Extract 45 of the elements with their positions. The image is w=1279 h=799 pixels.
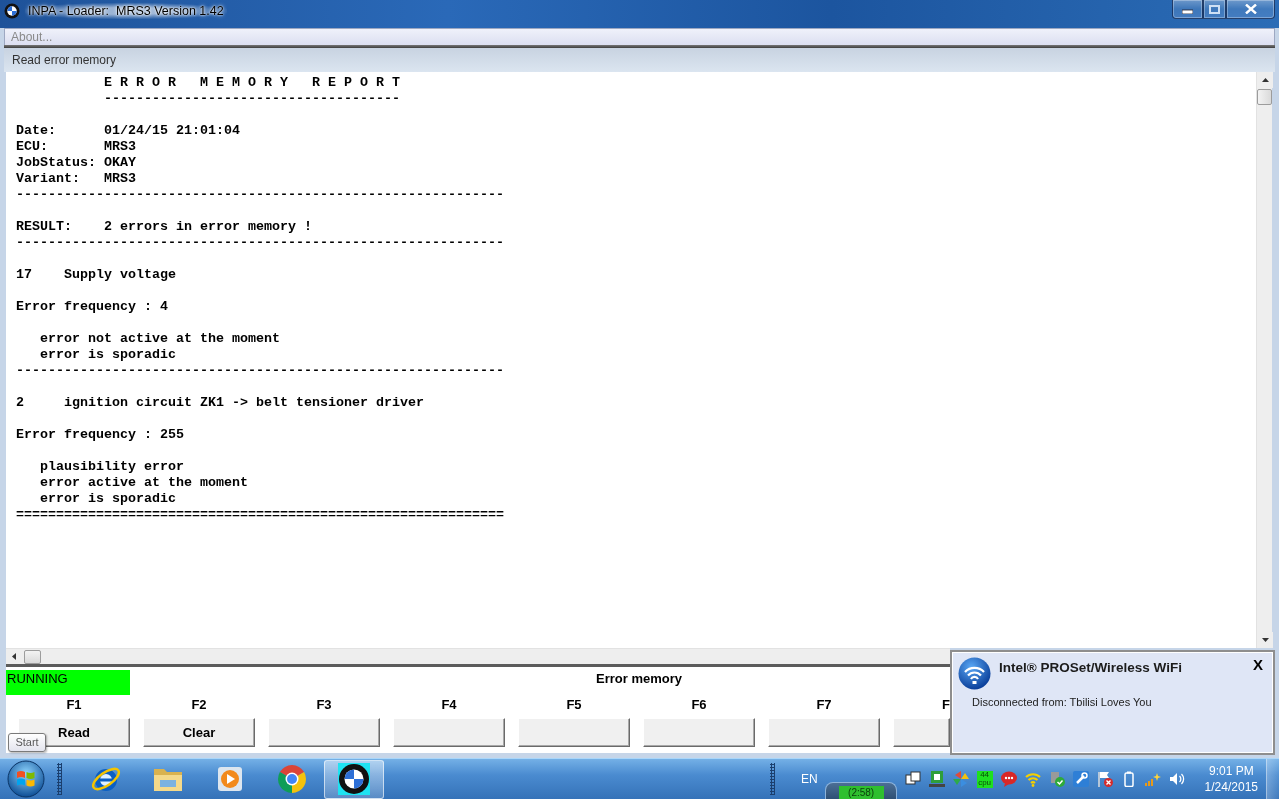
error-frequency: Error frequency : 255 [16, 427, 184, 442]
field-label: Variant: [16, 171, 80, 187]
separator-line: ============================================================= [16, 507, 504, 522]
field-value: MRS3 [103, 171, 136, 187]
result-label: RESULT: [16, 219, 72, 235]
separator-line: ------------------------------------- [103, 91, 400, 106]
field-value: MRS3 [103, 139, 136, 155]
error-detail: plausibility error [40, 459, 184, 474]
window-title: INPA - Loader: MRS3 Version 1.42 [25, 3, 227, 19]
field-label: JobStatus: [16, 155, 96, 171]
error-frequency: Error frequency : 4 [16, 299, 168, 314]
error-detail: error active at the moment [40, 475, 248, 490]
function-key-label: F2 [191, 697, 207, 713]
function-key-label: F5 [566, 697, 582, 713]
result-value: 2 errors in error memory ! [103, 219, 312, 235]
error-code: 2 [16, 395, 24, 411]
function-key-label: F1 [66, 697, 82, 713]
error-detail: error is sporadic [40, 347, 176, 362]
notification-message: Disconnected from: Tbilisi Loves You [972, 696, 1152, 708]
notification-title: Intel® PROSet/Wireless WiFi [999, 660, 1182, 676]
countdown-badge: (2:58) [838, 786, 884, 799]
field-value: OKAY [103, 155, 136, 171]
error-description: ignition circuit ZK1 -> belt tensioner driver [64, 395, 424, 411]
function-key-label: F4 [441, 697, 457, 713]
error-detail: error is sporadic [40, 491, 176, 506]
field-label: Date: [16, 123, 56, 139]
error-description: Supply voltage [64, 267, 176, 283]
status-title: Error memory [596, 670, 682, 688]
field-label: ECU: [16, 139, 48, 155]
function-key-label: F [942, 697, 950, 713]
separator-line: ------------------------------------------------------------- [16, 187, 504, 202]
start-tooltip: Start [8, 733, 46, 752]
function-key-label: F6 [691, 697, 707, 713]
field-value: 01/24/15 21:01:04 [103, 123, 240, 139]
function-key-label: F7 [816, 697, 832, 713]
error-code: 17 [16, 267, 32, 283]
function-key-label: F3 [316, 697, 332, 713]
error-detail: error not active at the moment [40, 331, 280, 346]
cpu-label: cpu [978, 778, 992, 787]
panel-title: Read error memory [12, 53, 117, 67]
cpu-value: 44 [980, 770, 990, 779]
report-title: E R R O R M E M O R Y R E P O R T [103, 75, 400, 90]
separator-line: ------------------------------------------------------------- [16, 363, 504, 378]
status-indicator: RUNNING [6, 670, 130, 695]
separator-line: ------------------------------------------------------------- [16, 235, 504, 250]
